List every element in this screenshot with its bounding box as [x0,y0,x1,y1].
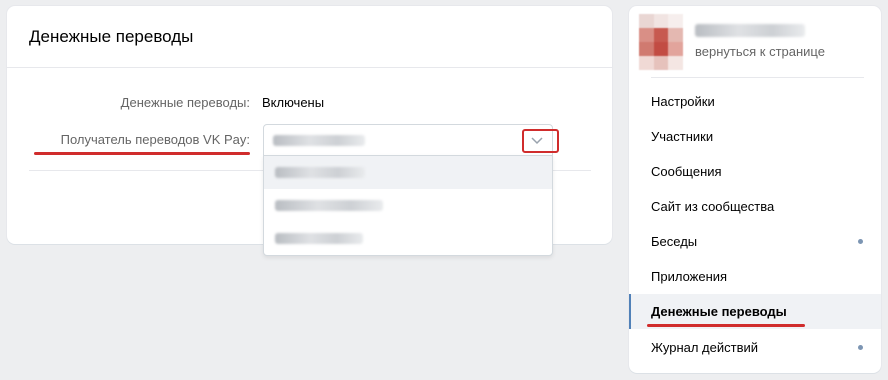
transfers-status-value: Включены [262,95,325,110]
sidebar-item-members[interactable]: Участники [629,119,881,154]
divider [651,77,864,78]
notification-dot [858,345,863,350]
sidebar-item-website[interactable]: Сайт из сообщества [629,189,881,224]
annotation-underline-menu [647,324,805,327]
card-header: Денежные переводы [7,6,612,68]
recipient-dropdown [263,155,553,256]
sidebar-item-action-log[interactable]: Журнал действий [629,330,881,365]
transfers-status-label: Денежные переводы: [120,95,250,110]
sidebar-item-label: Беседы [651,234,698,249]
community-settings-sidebar: вернуться к странице Настройки Участники… [629,6,881,373]
sidebar-item-label: Сайт из сообщества [651,199,775,214]
sidebar-item-label: Сообщения [651,164,722,179]
dropdown-option[interactable] [264,156,552,189]
annotation-underline-recipient [34,152,250,155]
sidebar-item-settings[interactable]: Настройки [629,84,881,119]
dropdown-option[interactable] [264,189,552,222]
recipient-select[interactable] [263,124,553,156]
money-transfers-card: Денежные переводы Денежные переводы: Вкл… [7,6,612,256]
dropdown-option[interactable] [264,222,552,255]
sidebar-item-label: Денежные переводы [651,304,787,319]
sidebar-item-chats[interactable]: Беседы [629,224,881,259]
recipient-label: Получатель переводов VK Pay: [60,132,250,147]
back-to-page-link[interactable]: вернуться к странице [695,44,825,59]
page-title: Денежные переводы [29,26,194,46]
avatar[interactable] [639,14,683,70]
sidebar-item-label: Приложения [651,269,728,284]
sidebar-item-label: Журнал действий [651,340,759,355]
annotation-box-arrow [522,129,559,153]
notification-dot [858,239,863,244]
profile-block[interactable]: вернуться к странице [629,6,881,78]
recipient-selected-value [273,134,365,146]
sidebar-item-label: Участники [651,129,714,144]
sidebar-item-apps[interactable]: Приложения [629,259,881,294]
sidebar-item-messages[interactable]: Сообщения [629,154,881,189]
profile-name[interactable] [695,24,805,37]
sidebar-item-label: Настройки [651,94,715,109]
